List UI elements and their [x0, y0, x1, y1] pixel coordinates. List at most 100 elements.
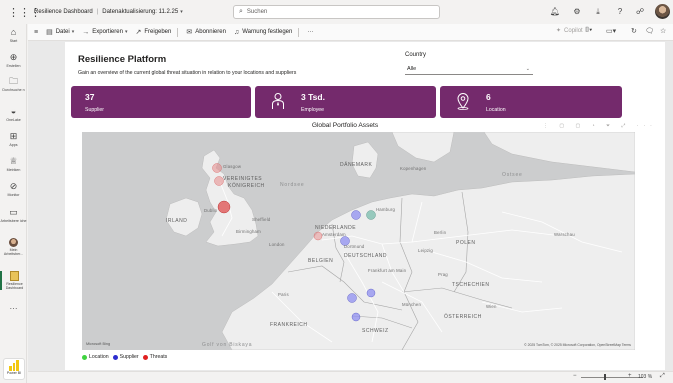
refresh-icon[interactable]: ↻	[631, 27, 637, 35]
comment-icon[interactable]: 🗨︎	[645, 27, 654, 35]
set-alert-button[interactable]: ♫ Warnung festlegen	[234, 29, 292, 36]
bell-icon[interactable]: 🔔︎	[549, 6, 561, 18]
bookmark-icon[interactable]: ⌷▾	[585, 27, 592, 35]
monitor-icon: ⊘	[9, 181, 18, 191]
more-options-button[interactable]: ···	[307, 29, 313, 35]
nav-item-my-workspace[interactable]: Mein Arbeitsber...	[0, 238, 27, 256]
map-attribution[interactable]: © 2025 TomTom, © 2025 Microsoft Corporat…	[524, 343, 631, 347]
map-label-birmingham: Birmingham	[236, 229, 261, 234]
app-launcher-icon[interactable]: ⋮⋮⋮	[8, 6, 41, 19]
chevron-down-icon: ⌄	[525, 66, 530, 72]
plus-circle-icon: ⊕	[9, 52, 18, 62]
nav-item-monitor[interactable]: ⊘ Monitor	[0, 181, 27, 197]
nav-item-browse[interactable]: 🗀 Durchsuche n	[0, 76, 27, 92]
arrow-right-icon: →	[82, 28, 90, 36]
supplier-bubble-zurich	[351, 312, 361, 322]
nav-label: Arbeitsbere iche	[0, 219, 27, 223]
kpi-label: Employee	[301, 107, 325, 113]
nav-item-workspaces[interactable]: ▭ Arbeitsbere iche	[0, 207, 27, 223]
portfolio-map[interactable]: Glasgow VEREINIGTES KÖNIGREICH DÄNEMARK …	[82, 132, 635, 350]
map-label-london: London	[269, 242, 285, 247]
kpi-value: 6	[486, 92, 491, 102]
kpi-card-supplier[interactable]: 37 Supplier	[71, 86, 251, 118]
set-alert-label: Warnung festlegen	[242, 29, 293, 35]
country-slicer-value: Alle	[407, 66, 417, 72]
legend-item-threats: Threats	[142, 354, 167, 360]
legend-item-location: Location	[82, 354, 109, 360]
subscribe-button[interactable]: ✉ Abonnieren	[186, 28, 226, 36]
onelake-icon: ◒	[10, 106, 17, 116]
help-icon[interactable]: ?	[614, 6, 626, 18]
report-icon	[10, 271, 19, 281]
map-legend: Location Supplier Threats	[82, 354, 171, 360]
file-menu-button[interactable]: ▤ Datei ▾	[46, 28, 74, 36]
nav-item-create[interactable]: ⊕ Erstellen	[0, 52, 27, 68]
threat-bubble-glasgow	[212, 163, 222, 173]
nav-item-onelake[interactable]: ◒ OneLake	[0, 106, 27, 122]
trophy-icon: ♕	[9, 156, 18, 166]
nav-item-metrics[interactable]: ♕ Metriken	[0, 156, 27, 172]
country-slicer[interactable]: Alle ⌄	[405, 63, 533, 75]
map-label-dublin: Dublin	[204, 208, 218, 213]
map-label-denmark: DÄNEMARK	[340, 162, 373, 168]
chevron-down-icon: ▾	[124, 29, 128, 35]
copilot-button[interactable]: ✦ Copilot	[556, 27, 583, 35]
nav-item-apps[interactable]: ⊞ Apps	[0, 131, 27, 147]
nav-more-button[interactable]: ···	[0, 304, 27, 313]
report-page: Resilience Platform Gain an overview of …	[65, 42, 665, 370]
map-label-hamburg: Hamburg	[376, 207, 396, 212]
home-icon: ⌂	[10, 27, 17, 37]
map-label-germany: DEUTSCHLAND	[344, 253, 388, 259]
threat-bubble-amsterdam	[313, 231, 323, 241]
search-input[interactable]: ⌕ Suchen	[233, 5, 440, 19]
nav-item-resilience-dashboard[interactable]: Resilience Dashboard	[0, 271, 27, 290]
map-label-amsterdam: Amsterdam	[322, 232, 346, 237]
collapse-menu-icon[interactable]: ≡	[34, 29, 38, 36]
toolbar-divider	[298, 27, 300, 37]
export-button[interactable]: → Exportieren ▾	[82, 29, 127, 36]
gear-icon[interactable]: ⚙	[571, 6, 583, 18]
report-canvas: Resilience Platform Gain an overview of …	[28, 41, 673, 371]
share-button[interactable]: ↗ Freigeben	[135, 28, 171, 36]
user-avatar[interactable]	[655, 4, 670, 19]
favorite-icon[interactable]: ☆	[660, 27, 666, 35]
supplier-bubble-bremen	[351, 210, 361, 220]
map-label-switzerland: SCHWEIZ	[362, 328, 389, 334]
share-people-icon[interactable]: ☍	[634, 6, 646, 18]
kpi-card-location[interactable]: 6 Location	[440, 86, 622, 118]
map-label-vienna: Wien	[486, 304, 497, 309]
nav-label: Metriken	[6, 168, 21, 172]
chevron-down-icon[interactable]: ▾	[180, 9, 183, 15]
page-title: Resilience Platform	[78, 54, 167, 65]
status-bar: − + 103 % ⤢	[28, 371, 673, 383]
bell-icon: ♫	[233, 28, 240, 36]
map-label-berlin: Berlin	[434, 230, 447, 235]
kpi-value: 3 Tsd.	[301, 92, 325, 102]
copilot-icon: ✦	[556, 28, 562, 34]
report-title[interactable]: Resilience Dashboard	[34, 9, 93, 15]
visual-header-icons[interactable]: ⋮ ▢ ▢ ◔ ⏷ ⤢ ···	[543, 123, 657, 129]
search-icon: ⌕	[239, 8, 243, 15]
subscribe-icon: ✉	[186, 29, 193, 36]
person-icon	[272, 93, 284, 109]
kpi-card-employee[interactable]: 3 Tsd. Employee	[255, 86, 436, 118]
kpi-label: Supplier	[85, 107, 105, 113]
folder-icon: 🗀	[8, 76, 18, 86]
share-icon: ↗	[135, 29, 142, 36]
powerbi-logo[interactable]: Power BI	[3, 358, 25, 380]
file-icon: ▤	[46, 29, 53, 36]
map-label-paris: Paris	[278, 292, 289, 297]
nav-item-start[interactable]: ⌂ Start	[0, 27, 27, 43]
fit-page-icon[interactable]: ⤢	[660, 373, 665, 380]
zoom-slider[interactable]	[581, 377, 643, 378]
zoom-in-button[interactable]: +	[628, 373, 632, 379]
kpi-value: 37	[85, 92, 95, 102]
search-placeholder: Suchen	[246, 9, 268, 15]
zoom-slider-thumb[interactable]	[604, 374, 606, 380]
view-icon[interactable]: ▭▾	[606, 27, 616, 35]
legend-label: Location	[89, 354, 109, 360]
download-icon[interactable]: ⤓	[592, 6, 604, 18]
zoom-out-button[interactable]: −	[573, 373, 577, 379]
map-label-ireland: IRLAND	[166, 218, 188, 224]
data-refresh-label[interactable]: Datenaktualisierung: 11.2.25	[102, 9, 178, 15]
